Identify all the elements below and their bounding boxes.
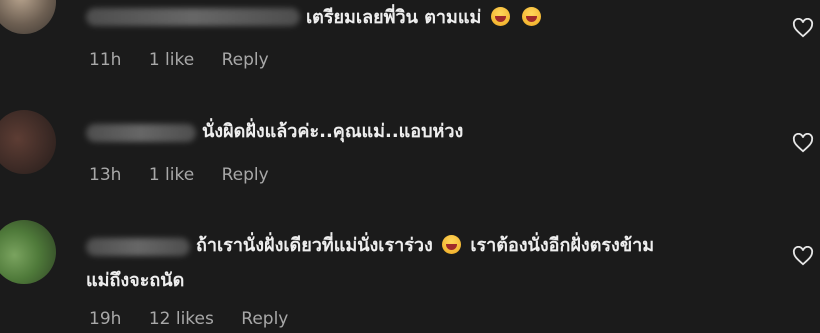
comment-meta: 19h 12 likes Reply [89,309,310,329]
laughing-emoji-icon [442,235,462,254]
blurred-username[interactable] [86,8,300,26]
heart-outline-icon[interactable] [792,133,814,153]
timestamp: 19h [89,309,122,329]
blurred-username[interactable] [86,124,196,142]
comment-text: นั่งผิดฝั่งแล้วค่ะ..คุณแม่..แอบห่วง [202,121,464,142]
comment-text: เตรียมเลยพี่วิน ตามแม่ [306,4,544,32]
comment-meta: 11h 1 like Reply [89,50,291,70]
timestamp: 13h [89,165,122,185]
reply-button[interactable]: Reply [222,50,269,70]
laughing-emoji-icon [521,7,541,26]
comment-meta: 13h 1 like Reply [89,165,291,185]
heart-outline-icon[interactable] [792,18,814,38]
like-count[interactable]: 1 like [149,165,194,185]
avatar[interactable] [0,220,56,284]
comment-text-line2: แม่ถึงจะถนัด [86,270,185,291]
avatar[interactable] [0,0,56,34]
comment-text: ถ้าเรานั่งฝั่งเดียวที่แม่นั่งเราร่วง เรา… [196,235,655,256]
like-count[interactable]: 12 likes [149,309,214,329]
heart-outline-icon[interactable] [792,246,814,266]
avatar[interactable] [0,110,56,174]
reply-button[interactable]: Reply [241,309,288,329]
reply-button[interactable]: Reply [222,165,269,185]
blurred-username[interactable] [86,238,190,256]
timestamp: 11h [89,50,122,70]
laughing-emoji-icon [490,7,510,26]
like-count[interactable]: 1 like [149,50,194,70]
